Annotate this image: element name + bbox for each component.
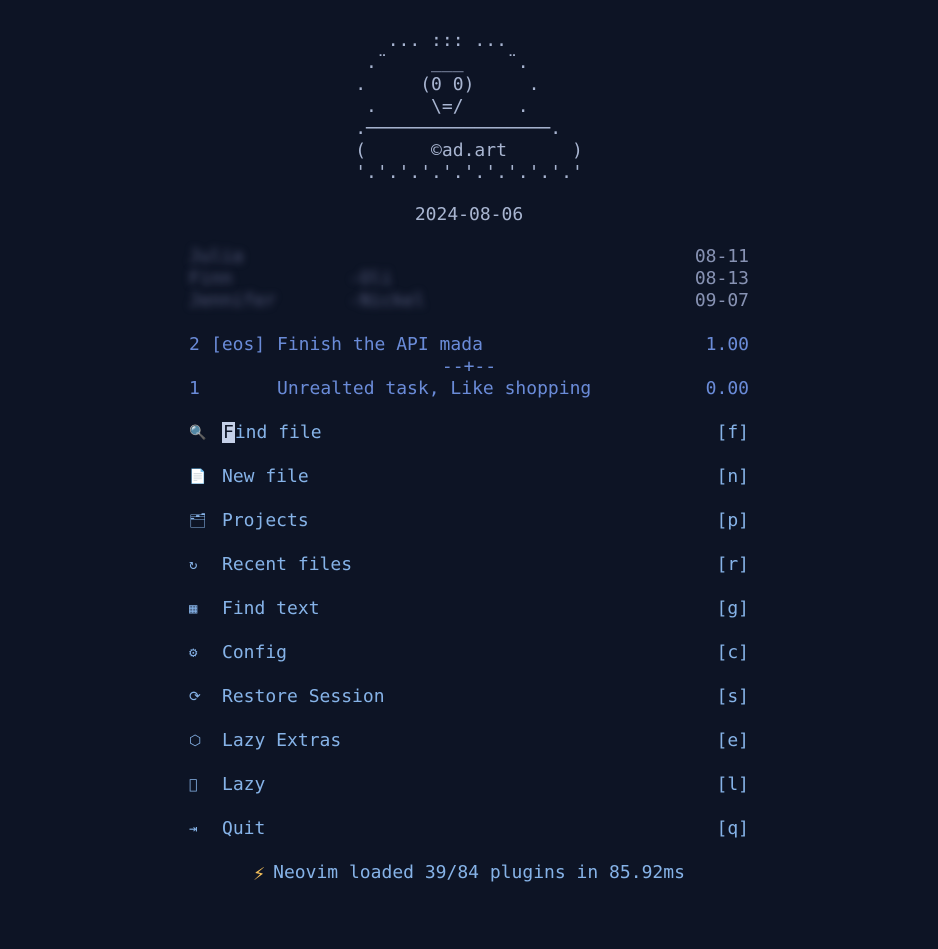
event-name: Jennifer: [189, 290, 349, 312]
new-file-icon: 📄: [189, 466, 222, 488]
task-tag: [211, 378, 277, 400]
menu-label: Projects: [222, 510, 716, 532]
task-value: 0.00: [694, 378, 749, 400]
lazy-extras-icon: ⬡: [189, 730, 222, 752]
menu-key: [p]: [716, 510, 749, 532]
menu-config[interactable]: ⚙Config[c]: [189, 642, 749, 664]
menu-label: Recent files: [222, 554, 716, 576]
menu-key: [r]: [716, 554, 749, 576]
lazy-icon: 󰒲: [189, 774, 222, 796]
recent-files-icon: ↻: [189, 554, 222, 576]
event-row: Julia 08-11: [189, 246, 749, 268]
event-name: Julia: [189, 246, 349, 268]
find-file-icon: 🔍: [189, 422, 222, 444]
config-icon: ⚙: [189, 642, 222, 664]
task-value: 1.00: [694, 334, 749, 356]
ascii-logo: ... ::: ... .¨ ___ ¨. . (0 0) . . \=/ . …: [355, 30, 583, 184]
find-text-icon: ▦: [189, 598, 222, 620]
task-tag: [eos]: [211, 334, 277, 356]
menu-restore-session[interactable]: ⟳Restore Session[s]: [189, 686, 749, 708]
event-row: Jennifer -Nickel 09-07: [189, 290, 749, 312]
projects-icon: 🗂: [189, 510, 222, 532]
cursor: F: [222, 422, 235, 443]
task-description: Finish the API mada: [277, 334, 694, 356]
event-date: 08-11: [669, 246, 749, 268]
menu-key: [c]: [716, 642, 749, 664]
events-list: Julia 08-11 Finn -Oli 08-13 Jennifer -Ni…: [189, 246, 749, 312]
menu-key: [q]: [716, 818, 749, 840]
event-tag: -Oli: [349, 268, 509, 290]
menu-label: Find file: [222, 422, 716, 444]
task-number: 1: [189, 378, 211, 400]
tasks-list: 2 [eos] Finish the API mada 1.00 --+-- 1…: [189, 334, 749, 400]
menu-lazy-extras[interactable]: ⬡Lazy Extras[e]: [189, 730, 749, 752]
menu-key: [f]: [716, 422, 749, 444]
menu-label: Config: [222, 642, 716, 664]
menu-quit[interactable]: ⇥Quit[q]: [189, 818, 749, 840]
event-tag: [349, 246, 509, 268]
menu-label: Lazy: [222, 774, 716, 796]
menu-label: Find text: [222, 598, 716, 620]
event-tag: -Nickel: [349, 290, 509, 312]
bolt-icon: ⚡: [253, 862, 265, 884]
status-footer: ⚡ Neovim loaded 39/84 plugins in 85.92ms: [253, 862, 685, 884]
quit-icon: ⇥: [189, 818, 222, 840]
menu-find-text[interactable]: ▦Find text[g]: [189, 598, 749, 620]
menu-new-file[interactable]: 📄New file[n]: [189, 466, 749, 488]
menu-recent-files[interactable]: ↻Recent files[r]: [189, 554, 749, 576]
task-row: 2 [eos] Finish the API mada 1.00: [189, 334, 749, 356]
menu-find-file[interactable]: 🔍Find file[f]: [189, 422, 749, 444]
event-name: Finn: [189, 268, 349, 290]
restore-session-icon: ⟳: [189, 686, 222, 708]
menu-label: Quit: [222, 818, 716, 840]
menu-projects[interactable]: 🗂Projects[p]: [189, 510, 749, 532]
dashboard: ... ::: ... .¨ ___ ¨. . (0 0) . . \=/ . …: [0, 0, 938, 884]
task-description: Unrealted task, Like shopping: [277, 378, 694, 400]
menu: 🔍Find file[f]📄New file[n]🗂Projects[p]↻Re…: [189, 422, 749, 840]
menu-label: Lazy Extras: [222, 730, 716, 752]
task-separator: --+--: [189, 356, 749, 378]
task-row: 1 Unrealted task, Like shopping 0.00: [189, 378, 749, 400]
task-number: 2: [189, 334, 211, 356]
menu-key: [l]: [716, 774, 749, 796]
menu-label: Restore Session: [222, 686, 716, 708]
menu-key: [e]: [716, 730, 749, 752]
event-date: 09-07: [669, 290, 749, 312]
event-row: Finn -Oli 08-13: [189, 268, 749, 290]
status-text: Neovim loaded 39/84 plugins in 85.92ms: [273, 862, 685, 884]
event-date: 08-13: [669, 268, 749, 290]
menu-lazy[interactable]: 󰒲Lazy[l]: [189, 774, 749, 796]
menu-key: [s]: [716, 686, 749, 708]
menu-key: [n]: [716, 466, 749, 488]
menu-key: [g]: [716, 598, 749, 620]
menu-label: New file: [222, 466, 716, 488]
current-date: 2024-08-06: [415, 204, 523, 226]
